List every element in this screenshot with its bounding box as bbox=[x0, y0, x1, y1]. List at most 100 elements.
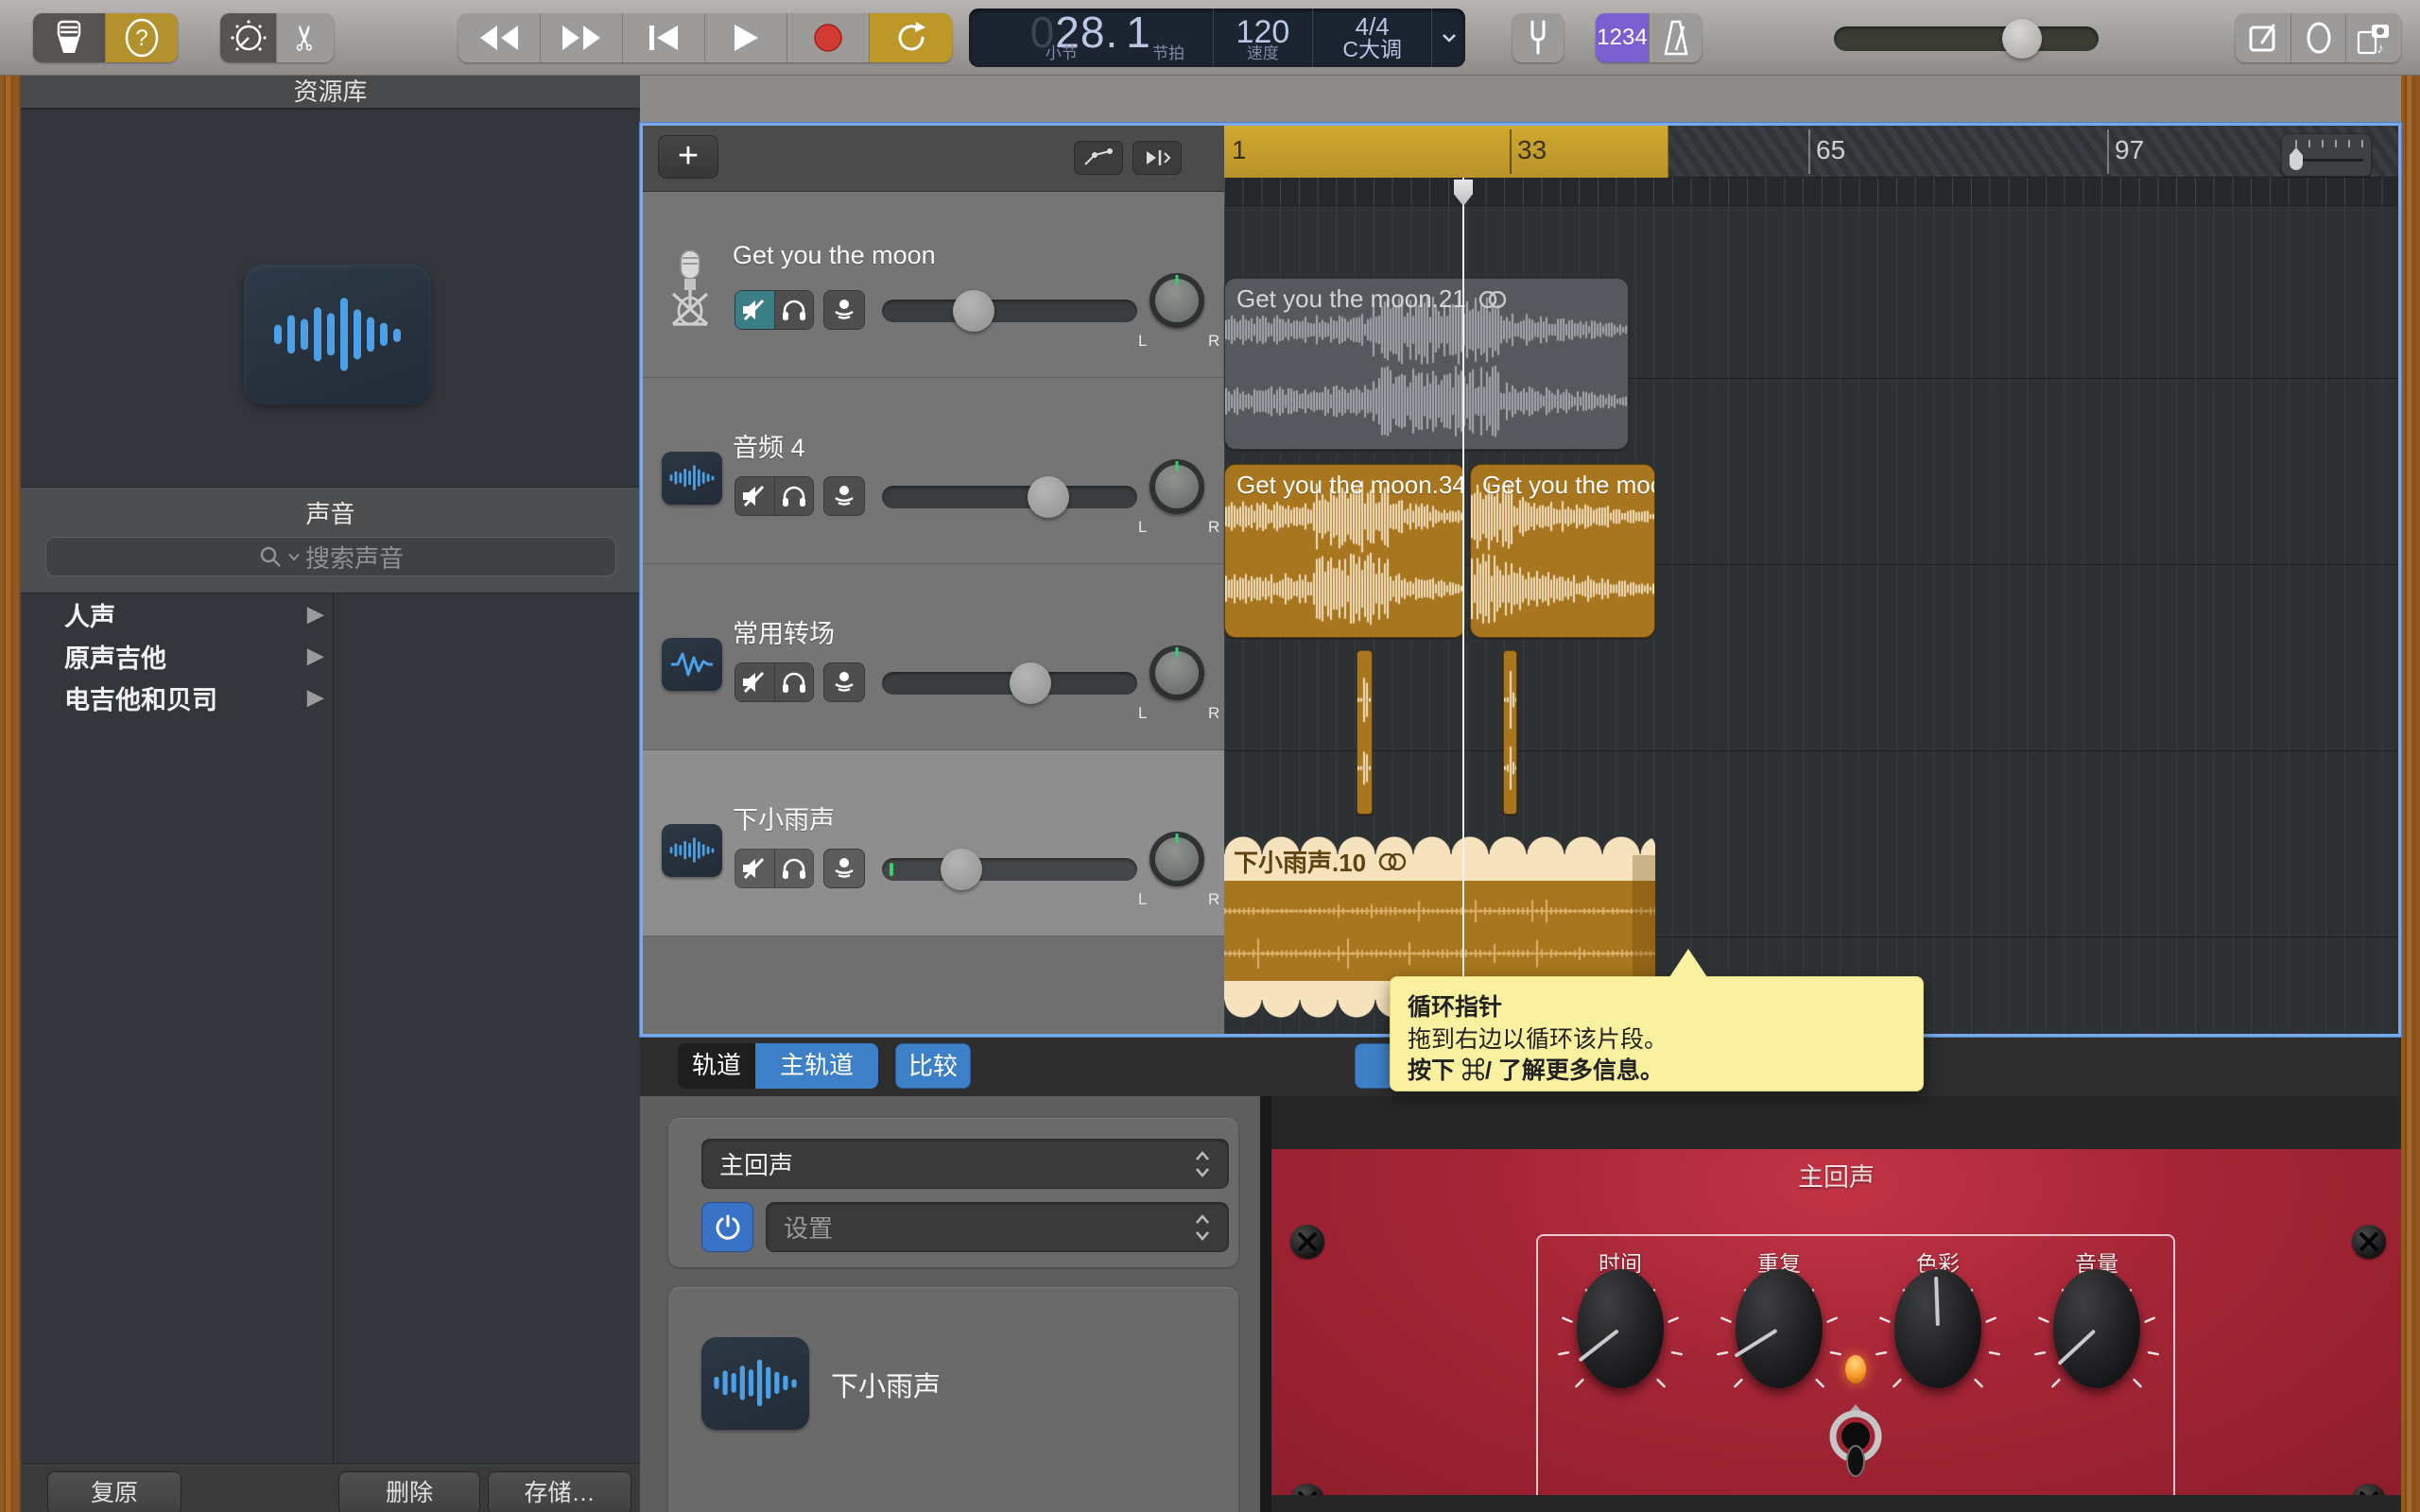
playhead[interactable] bbox=[1462, 178, 1464, 1034]
mute-button[interactable] bbox=[735, 477, 774, 515]
media-browser-button[interactable]: ♪ bbox=[2346, 13, 2401, 62]
loop-pointer-tooltip: 循环指针 拖到右边以循环该片段。 按下 ⌘/ 了解更多信息。 bbox=[1390, 976, 1924, 1091]
help-text: 拖移滑块以调整轨道“下小雨声”可获得的主回声量。 bbox=[702, 1506, 1238, 1512]
knob-time[interactable]: 时间 bbox=[1545, 1246, 1696, 1411]
track-volume-slider[interactable] bbox=[882, 858, 1137, 881]
lcd-display[interactable]: 028.1 小节 节拍 120 速度 4/4 C大调 bbox=[969, 9, 1465, 67]
input-monitoring-icon bbox=[831, 297, 857, 323]
transition-region-2[interactable] bbox=[1503, 650, 1517, 815]
track-name[interactable]: 常用转场 bbox=[733, 613, 835, 650]
view-toggle-group: ? bbox=[33, 13, 178, 62]
go-to-beginning-button[interactable] bbox=[623, 13, 705, 62]
track-volume-thumb[interactable] bbox=[1010, 662, 1051, 704]
lcd-key-section[interactable]: 4/4 C大调 bbox=[1313, 9, 1431, 67]
track-name[interactable]: Get you the moon bbox=[733, 241, 936, 270]
play-button[interactable] bbox=[705, 13, 787, 62]
cycle-region[interactable] bbox=[1224, 126, 1668, 178]
tab-tracks[interactable]: 轨道 bbox=[678, 1043, 755, 1089]
knob-icon bbox=[230, 19, 268, 57]
undo-button[interactable]: 复原 bbox=[47, 1471, 182, 1512]
tuner-button[interactable] bbox=[1512, 13, 1564, 62]
track-volume-thumb[interactable] bbox=[941, 849, 982, 890]
library-toggle-button[interactable] bbox=[33, 13, 106, 62]
beat-ruler-strip[interactable] bbox=[1224, 178, 2398, 206]
cycle-button[interactable] bbox=[870, 13, 952, 62]
knob-body[interactable] bbox=[2053, 1269, 2140, 1388]
knob-color[interactable]: 色彩 bbox=[1862, 1246, 2014, 1411]
delete-button[interactable]: 删除 bbox=[338, 1471, 480, 1512]
track-volume-slider[interactable] bbox=[882, 300, 1137, 322]
metronome-button[interactable] bbox=[1650, 13, 1702, 62]
note-pad-button[interactable] bbox=[2236, 13, 2291, 62]
sidebar-item-vocals[interactable]: 人声 ▶ bbox=[21, 593, 333, 635]
track-header-2[interactable]: 音频 4 bbox=[643, 378, 1224, 564]
transition-region-1[interactable] bbox=[1357, 650, 1373, 815]
headphones-button[interactable] bbox=[774, 850, 814, 887]
settings-selector[interactable]: 设置 bbox=[766, 1202, 1229, 1252]
region-title: 下小雨声.10 bbox=[1234, 844, 1408, 879]
audio-region-get-you-the-moon-21[interactable]: Get you the moon.21 bbox=[1224, 278, 1629, 450]
knob-body[interactable] bbox=[1894, 1269, 1981, 1388]
mute-button[interactable] bbox=[735, 291, 774, 329]
save-button[interactable]: 存储… bbox=[488, 1471, 631, 1512]
lcd-mode-chevron[interactable] bbox=[1432, 9, 1465, 67]
compare-button[interactable]: 比较 bbox=[895, 1043, 971, 1089]
pan-knob[interactable] bbox=[1150, 273, 1204, 328]
knob-repeat[interactable]: 重复 bbox=[1703, 1246, 1855, 1411]
smart-controls-button[interactable] bbox=[220, 13, 277, 62]
knob-body[interactable] bbox=[1736, 1269, 1823, 1388]
knob-body[interactable] bbox=[1577, 1269, 1664, 1388]
toggle-switch[interactable] bbox=[1827, 1402, 1884, 1486]
plugin-selector[interactable]: 主回声 bbox=[701, 1139, 1229, 1189]
knob-volume[interactable]: 音量 bbox=[2021, 1246, 2172, 1411]
track-volume-slider[interactable] bbox=[882, 486, 1137, 508]
headphones-button[interactable] bbox=[774, 663, 814, 701]
input-monitoring-button[interactable] bbox=[823, 849, 865, 888]
lcd-position-section[interactable]: 028.1 小节 节拍 bbox=[969, 9, 1213, 67]
track-volume-thumb[interactable] bbox=[1028, 476, 1069, 518]
track-volume-slider[interactable] bbox=[882, 672, 1137, 695]
track-name[interactable]: 下小雨声 bbox=[733, 799, 835, 836]
plugin-power-button[interactable] bbox=[701, 1202, 753, 1252]
lcd-tempo-section[interactable]: 120 速度 bbox=[1214, 9, 1313, 67]
search-input[interactable]: 搜索声音 bbox=[45, 537, 616, 576]
editors-button[interactable]: ✂ bbox=[277, 13, 334, 62]
master-volume-slider[interactable] bbox=[1834, 26, 2099, 51]
track-header-3[interactable]: 常用转场 bbox=[643, 564, 1224, 750]
mute-button[interactable] bbox=[735, 663, 774, 701]
automation-button[interactable] bbox=[1074, 141, 1123, 175]
headphones-button[interactable] bbox=[774, 477, 814, 515]
timeline-body[interactable]: Get you the moon.21 Get you the moon.34 … bbox=[1224, 206, 2398, 1034]
input-monitoring-button[interactable] bbox=[823, 662, 865, 702]
loop-browser-button[interactable] bbox=[2291, 13, 2346, 62]
track-volume-thumb[interactable] bbox=[953, 290, 994, 332]
track-header-1[interactable]: Get you the moon bbox=[643, 192, 1224, 378]
tab-master-track[interactable]: 主轨道 bbox=[755, 1043, 878, 1089]
audio-region-get-you-the-moon-34[interactable]: Get you the moon.34 bbox=[1224, 464, 1465, 638]
mute-button[interactable] bbox=[735, 850, 774, 887]
track-name[interactable]: 音频 4 bbox=[733, 427, 805, 464]
pan-knob[interactable] bbox=[1150, 645, 1204, 700]
pan-right-label: R bbox=[1208, 890, 1219, 909]
sidebar-item-acoustic-guitar[interactable]: 原声吉他 ▶ bbox=[21, 635, 333, 677]
pan-knob[interactable] bbox=[1150, 832, 1204, 886]
catch-playhead-button[interactable] bbox=[1132, 141, 1182, 175]
fast-forward-button[interactable] bbox=[541, 13, 623, 62]
add-track-button[interactable]: + bbox=[658, 135, 718, 179]
master-volume-thumb[interactable] bbox=[2002, 19, 2042, 59]
audio-region-get-you-the-moon-tail[interactable]: Get you the moo bbox=[1470, 464, 1655, 638]
track-header-4-selected[interactable]: 下小雨声 bbox=[643, 750, 1224, 936]
headphones-button[interactable] bbox=[774, 291, 814, 329]
horizontal-zoom-slider[interactable] bbox=[2281, 133, 2372, 177]
quick-help-button[interactable]: ? bbox=[106, 13, 178, 62]
input-monitoring-button[interactable] bbox=[823, 290, 865, 330]
rewind-button[interactable] bbox=[458, 13, 541, 62]
pan-knob[interactable] bbox=[1150, 459, 1204, 514]
sidebar-item-electric-guitar-bass[interactable]: 电吉他和贝司 ▶ bbox=[21, 677, 333, 718]
timeline-ruler[interactable]: 1 33 65 97 bbox=[1224, 126, 2398, 178]
headphones-icon bbox=[781, 484, 807, 508]
input-monitoring-button[interactable] bbox=[823, 476, 865, 516]
count-in-button[interactable]: 1234 bbox=[1596, 13, 1650, 62]
zoom-thumb[interactable] bbox=[2290, 147, 2303, 170]
record-button[interactable] bbox=[787, 13, 870, 62]
